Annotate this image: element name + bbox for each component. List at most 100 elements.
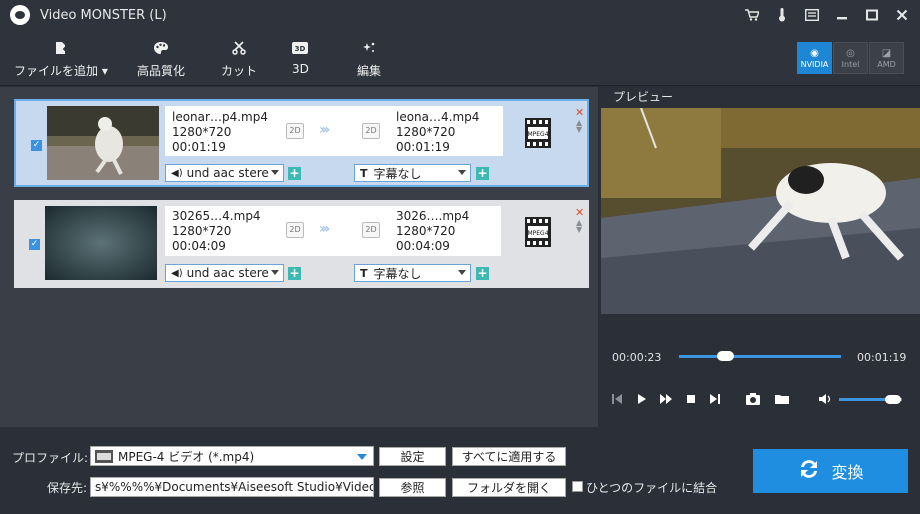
add-subtitle-button[interactable]: + — [476, 167, 489, 180]
play-icon[interactable] — [637, 393, 647, 408]
format-label: MPEG4 — [527, 230, 548, 237]
maximize-icon[interactable] — [864, 7, 880, 23]
add-subtitle-button[interactable]: + — [476, 267, 489, 280]
palette-icon — [153, 38, 169, 58]
chevron-down-icon[interactable]: ▾ — [102, 64, 108, 78]
speaker-icon: ◀) — [171, 267, 183, 279]
volume-knob[interactable] — [884, 395, 901, 404]
source-2d-tag: 2D — [286, 222, 304, 238]
chevron-down-icon — [357, 454, 367, 460]
chevron-down-icon — [271, 270, 279, 275]
video-thumbnail — [45, 206, 157, 280]
subtitle-dropdown[interactable]: T 字幕なし — [354, 164, 471, 182]
preview-label: プレビュー — [613, 90, 674, 104]
edit-button[interactable]: 編集 — [357, 38, 381, 79]
source-duration: 00:01:19 — [172, 140, 226, 154]
3d-label: 3D — [292, 62, 309, 76]
convert-icon — [797, 457, 821, 485]
source-resolution: 1280*720 — [172, 125, 232, 139]
svg-text:3D: 3D — [295, 45, 306, 53]
enhance-label: 高品質化 — [137, 64, 186, 78]
output-filename[interactable]: 3026….mp4 — [396, 209, 469, 224]
3d-button[interactable]: 3D 3D — [292, 38, 309, 76]
amd-logo-icon: ◪ — [881, 47, 892, 59]
title-bar: Video MONSTER (L) — [0, 0, 920, 30]
open-folder-button[interactable]: フォルダを開く — [452, 478, 566, 497]
output-filename[interactable]: leona…4.mp4 — [396, 110, 479, 125]
subtitle-dropdown[interactable]: T 字幕なし — [354, 264, 471, 282]
source-duration: 00:04:09 — [172, 239, 226, 253]
total-time: 00:01:19 — [857, 351, 907, 364]
gpu-nvidia-button[interactable]: ◉ NVIDIA — [797, 42, 832, 74]
seek-knob[interactable] — [717, 351, 735, 361]
seek-bar[interactable] — [679, 355, 841, 358]
video-format-icon — [95, 449, 113, 463]
add-file-icon — [54, 38, 68, 58]
chevron-down-icon — [458, 270, 466, 275]
text-icon: T — [360, 266, 368, 280]
add-audio-button[interactable]: + — [288, 267, 301, 280]
browse-button[interactable]: 参照 — [379, 478, 446, 497]
settings-button[interactable]: 設定 — [379, 447, 446, 466]
move-up-down-icon[interactable]: ▲ ▼ — [576, 119, 582, 134]
audio-track-dropdown[interactable]: ◀) und aac stere — [165, 264, 284, 282]
3d-icon: 3D — [292, 38, 309, 58]
stop-icon[interactable] — [686, 393, 696, 408]
scissors-icon — [232, 38, 246, 58]
move-up-down-icon[interactable]: ▲ ▼ — [576, 219, 582, 234]
snapshot-icon[interactable] — [746, 393, 760, 408]
file-row[interactable]: ✓ 30265…4.mp4 1280*720 00:04:09 2D ››› 2… — [14, 200, 589, 288]
chevron-down-icon — [271, 170, 279, 175]
skip-end-icon[interactable] — [710, 393, 720, 408]
minimize-icon[interactable] — [834, 7, 850, 23]
source-2d-tag: 2D — [286, 123, 304, 139]
source-resolution: 1280*720 — [172, 224, 232, 238]
folder-icon[interactable] — [775, 393, 789, 408]
speaker-icon: ◀) — [171, 167, 183, 179]
convert-button[interactable]: 変換 — [753, 449, 908, 493]
gpu-intel-label: Intel — [841, 59, 860, 69]
add-file-label: ファイルを追加 — [14, 64, 99, 78]
file-checkbox[interactable]: ✓ — [31, 140, 42, 151]
apply-all-button[interactable]: すべてに適用する — [452, 447, 566, 466]
audio-track-dropdown[interactable]: ◀) und aac stere — [165, 164, 284, 182]
source-filename: 30265…4.mp4 — [172, 209, 261, 223]
skip-start-icon[interactable] — [612, 393, 622, 408]
preview-video[interactable] — [601, 108, 920, 314]
gpu-nvidia-label: NVIDIA — [800, 59, 829, 69]
close-icon[interactable] — [894, 7, 910, 23]
source-filename: leonar…p4.mp4 — [172, 110, 268, 124]
volume-icon[interactable] — [819, 393, 833, 408]
edit-label: 編集 — [357, 64, 382, 78]
profile-label: プロファイル: — [12, 451, 89, 465]
output-format-icon[interactable]: MPEG4 — [525, 217, 551, 247]
cut-button[interactable]: カット — [221, 38, 257, 79]
gpu-amd-button[interactable]: ◪ AMD — [869, 42, 904, 74]
thermometer-icon[interactable] — [774, 7, 790, 23]
output-resolution: 1280*720 — [396, 224, 456, 238]
save-path-field[interactable]: s¥%%%%¥Documents¥Aiseesoft Studio¥Video — [90, 477, 374, 497]
gpu-intel-button[interactable]: ◎ Intel — [833, 42, 868, 74]
audio-track-value: und aac stere — [186, 166, 269, 180]
window-title: Video MONSTER (L) — [40, 7, 167, 23]
feedback-icon[interactable] — [804, 7, 820, 23]
file-checkbox[interactable]: ✓ — [29, 239, 40, 250]
intel-logo-icon: ◎ — [846, 47, 855, 59]
chevron-down-icon — [458, 170, 466, 175]
file-row[interactable]: ✓ leonar…p4.mp4 1280*720 00:01:19 2D ›››… — [14, 99, 589, 187]
output-duration: 00:04:09 — [396, 239, 450, 253]
cart-icon[interactable] — [744, 7, 760, 23]
convert-label: 変換 — [831, 463, 864, 482]
output-2d-tag: 2D — [362, 123, 380, 139]
profile-value: MPEG-4 ビデオ (*.mp4) — [118, 449, 255, 464]
output-format-icon[interactable]: MPEG4 — [525, 118, 551, 148]
enhance-button[interactable]: 高品質化 — [137, 38, 185, 79]
fast-forward-icon[interactable] — [660, 393, 673, 408]
add-audio-button[interactable]: + — [288, 167, 301, 180]
add-file-button[interactable]: ファイルを追加 ▾ — [14, 38, 108, 79]
text-icon: T — [360, 166, 368, 180]
profile-dropdown[interactable]: MPEG-4 ビデオ (*.mp4) — [90, 446, 374, 466]
output-2d-tag: 2D — [362, 222, 380, 238]
subtitle-value: 字幕なし — [373, 166, 422, 181]
merge-checkbox[interactable] — [572, 481, 583, 492]
